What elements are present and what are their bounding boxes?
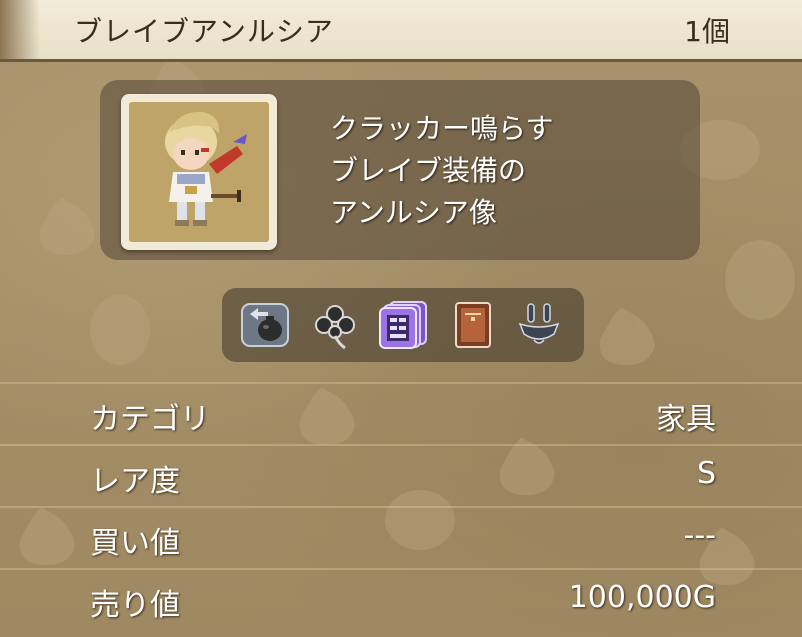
bag-icon[interactable] [240,300,290,350]
stat-label: カテゴリ [90,402,210,437]
stat-value: --- [683,518,716,553]
brown-book-icon[interactable] [448,300,498,350]
stat-row-rarity: レア度 S [0,444,802,504]
stat-label: 売り値 [90,588,180,623]
stat-row-sell-price: 売り値 100,000G [0,568,802,628]
item-header: ブレイブアンルシア 1個 [0,0,802,62]
furniture-cards-icon[interactable] [378,300,428,350]
stat-label: レア度 [90,464,180,499]
portrait-background [129,102,269,242]
stat-row-category: カテゴリ 家具 [0,382,802,442]
item-name: ブレイブアンルシア [74,15,334,48]
attribute-icon-bar [222,288,584,362]
item-count: 1個 [684,15,730,48]
tongs-icon[interactable] [514,300,564,350]
item-portrait [121,94,277,250]
stat-value: 家具 [656,402,716,437]
stat-row-buy-price: 買い値 --- [0,506,802,566]
header-shade [0,0,40,59]
stat-value: S [696,456,716,491]
stat-label: 買い値 [90,526,180,561]
stat-value: 100,000G [568,580,716,615]
clover-icon[interactable] [310,300,360,350]
statue-figure-icon [165,111,247,226]
item-description: クラッカー鳴らす ブレイブ装備の アンルシア像 [330,112,554,229]
